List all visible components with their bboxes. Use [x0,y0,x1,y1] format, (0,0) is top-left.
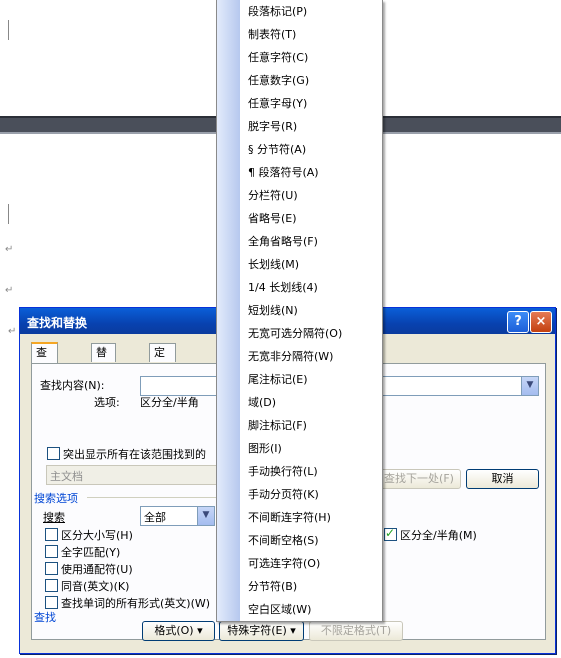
menu-icon-strip [217,0,240,621]
menu-item-en-dash[interactable]: 短划线(N) [248,299,298,322]
special-button[interactable]: 特殊字符(E) ▾ [219,621,304,641]
menu-item-caret[interactable]: 脱字号(R) [248,115,297,138]
menu-item-manual-page-break[interactable]: 手动分页符(K) [248,483,319,506]
sounds-like-checkbox[interactable] [45,579,58,592]
menu-item-column-break[interactable]: 分栏符(U) [248,184,298,207]
whole-word-checkbox[interactable] [45,545,58,558]
search-direction-value: 全部 [144,511,166,524]
options-value: 区分全/半角 [140,396,199,409]
search-options-heading: 搜索选项 [34,492,78,505]
find-what-label: 查找内容(N): [40,379,105,392]
page-corner [0,20,9,40]
match-case-label: 区分大小写(H) [61,529,133,542]
help-button[interactable]: ? [507,311,529,333]
fullwidth-label: 区分全/半角(M) [400,529,477,542]
menu-item-quarter-em-dash[interactable]: 1/4 长划线(4) [248,276,318,299]
menu-item-nonbreaking-hyphen[interactable]: 不间断连字符(H) [248,506,331,529]
format-button[interactable]: 格式(O) ▾ [142,621,215,641]
highlight-checkbox[interactable] [47,447,60,460]
fullwidth-checkbox[interactable] [384,526,397,541]
section-divider [87,497,217,498]
dialog-title: 查找和替换 [27,316,88,330]
menu-item-nonbreaking-space[interactable]: 不间断空格(S) [248,529,319,552]
menu-item-section-break[interactable]: 分节符(B) [248,575,297,598]
scope-select[interactable]: 主文档 [46,465,218,485]
scope-value: 主文档 [50,470,83,483]
paragraph-mark: ↵ [5,285,14,296]
menu-item-field[interactable]: 域(D) [248,391,276,414]
find-heading: 查找 [34,611,56,624]
menu-item-footnote-mark[interactable]: 脚注标记(F) [248,414,307,437]
wildcards-checkbox[interactable] [45,562,58,575]
chevron-down-icon[interactable]: ▼ [197,507,214,525]
special-characters-menu: 段落标记(P) 制表符(T) 任意字符(C) 任意数字(G) 任意字母(Y) 脱… [216,0,383,622]
menu-item-zero-width-nonbreak[interactable]: 无宽非分隔符(W) [248,345,333,368]
options-label: 选项: [94,396,120,409]
menu-item-any-char[interactable]: 任意字符(C) [248,46,308,69]
tab-goto[interactable]: 定位(G) [149,343,177,395]
menu-item-em-dash[interactable]: 长划线(M) [248,253,299,276]
menu-item-paragraph-mark[interactable]: 段落标记(P) [248,0,307,23]
find-next-button[interactable]: 查找下一处(F) [377,469,461,489]
no-formatting-button[interactable]: 不限定格式(T) [309,621,403,641]
highlight-label: 突出显示所有在该范围找到的 [63,448,206,461]
search-direction-select[interactable]: 全部 ▼ [140,506,215,526]
menu-item-any-digit[interactable]: 任意数字(G) [248,69,309,92]
search-direction-label: 搜索 [43,511,65,524]
menu-item-manual-line-break[interactable]: 手动换行符(L) [248,460,318,483]
menu-item-section-char[interactable]: § 分节符(A) [248,138,306,161]
menu-item-graphic[interactable]: 图形(I) [248,437,282,460]
paragraph-mark: ↵ [5,244,14,255]
menu-item-fullwidth-ellipsis[interactable]: 全角省略号(F) [248,230,318,253]
all-word-forms-checkbox[interactable] [45,596,58,609]
page-corner [0,204,9,224]
menu-item-optional-hyphen[interactable]: 可选连字符(O) [248,552,320,575]
menu-item-tab[interactable]: 制表符(T) [248,23,296,46]
tab-find[interactable]: 查找(D) [31,342,59,395]
paragraph-mark: ↵ [8,326,17,337]
close-button[interactable]: × [530,311,552,333]
sounds-like-label: 同音(英文)(K) [61,580,130,593]
whole-word-label: 全字匹配(Y) [61,546,121,559]
chevron-down-icon[interactable]: ▼ [521,377,538,395]
cancel-button[interactable]: 取消 [466,469,539,489]
menu-item-endnote-mark[interactable]: 尾注标记(E) [248,368,308,391]
menu-item-pilcrow[interactable]: ¶ 段落符号(A) [248,161,319,184]
wildcards-label: 使用通配符(U) [61,563,133,576]
menu-item-zero-width-optional[interactable]: 无宽可选分隔符(O) [248,322,342,345]
menu-item-white-space[interactable]: 空白区域(W) [248,598,311,621]
menu-item-ellipsis[interactable]: 省略号(E) [248,207,297,230]
all-word-forms-label: 查找单词的所有形式(英文)(W) [61,597,211,610]
tab-replace[interactable]: 替换(P) [91,343,117,395]
match-case-checkbox[interactable] [45,528,58,541]
menu-item-any-letter[interactable]: 任意字母(Y) [248,92,307,115]
